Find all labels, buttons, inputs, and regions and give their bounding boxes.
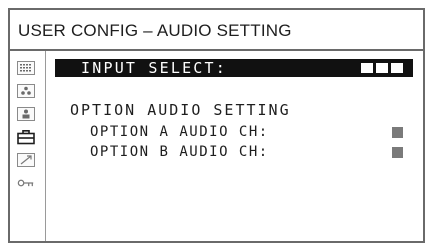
setup-grid-icon[interactable] <box>17 60 35 76</box>
input-select-label: INPUT SELECT: <box>81 59 227 77</box>
option-a-audio-ch-label[interactable]: OPTION A AUDIO CH: <box>90 124 269 140</box>
arrow-icon[interactable] <box>17 152 35 168</box>
key-icon[interactable] <box>17 175 35 191</box>
value-block <box>391 63 403 73</box>
value-block <box>376 63 388 73</box>
input-select-row[interactable]: INPUT SELECT: <box>55 59 413 77</box>
section-title: OPTION AUDIO SETTING <box>70 101 291 119</box>
menu-title: USER CONFIG – AUDIO SETTING <box>10 10 423 51</box>
toolbox-icon[interactable] <box>17 129 35 145</box>
menu-content: INPUT SELECT: OPTION AUDIO SETTING OPTIO… <box>47 51 423 241</box>
input-select-value <box>361 63 403 73</box>
option-b-value[interactable] <box>392 147 403 158</box>
option-a-value[interactable] <box>392 127 403 138</box>
value-block <box>361 63 373 73</box>
person-icon[interactable] <box>17 106 35 122</box>
icon-sidebar <box>10 51 46 241</box>
menu-window: USER CONFIG – AUDIO SETTING INPUT SELECT… <box>8 8 425 243</box>
option-b-audio-ch-label[interactable]: OPTION B AUDIO CH: <box>90 144 269 160</box>
dots-icon[interactable] <box>17 83 35 99</box>
